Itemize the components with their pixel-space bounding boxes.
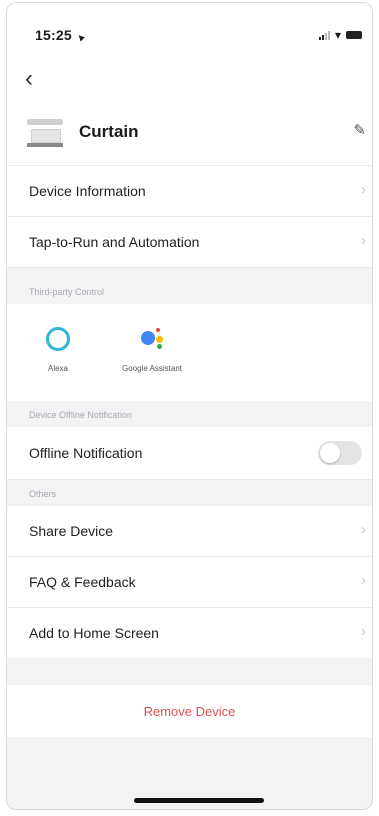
chevron-right-icon: › [361,572,366,589]
chevron-right-icon: › [361,623,366,640]
row-add-to-home-screen[interactable]: Add to Home Screen › [7,608,372,658]
remove-device-button[interactable]: Remove Device [7,685,372,737]
back-icon[interactable]: ‹ [25,67,33,91]
toggle-knob [320,443,340,463]
row-label: Offline Notification [29,445,143,461]
row-label: Share Device [29,523,114,539]
status-icons: ▾ [318,28,362,42]
row-label: Tap-to-Run and Automation [29,234,200,250]
alexa-label: Alexa [47,364,68,373]
section-header-label: Device Offline Notification [29,410,132,420]
row-label: Add to Home Screen [29,625,159,641]
section-header-label: Third-party Control [29,287,105,297]
row-device-information[interactable]: Device Information › [7,166,372,217]
row-share-device[interactable]: Share Device › [7,506,372,557]
signal-icon [318,30,330,40]
chevron-right-icon: › [361,521,366,538]
nav-bar: ‹ [7,63,372,103]
location-arrow-icon: ▲ [73,30,89,45]
row-faq-feedback[interactable]: FAQ & Feedback › [7,557,372,608]
phone-screen: 15:25 ▲ ▾ ‹ Curtain ✎ Device Information … [6,2,373,810]
third-party-panel: Alexa Google Assistant [7,304,372,401]
row-offline-notification: Offline Notification [7,427,372,480]
status-time: 15:25 ▲ [35,27,89,45]
curtain-device-icon [27,117,63,147]
section-header-others: Others [7,480,372,506]
status-time-text: 15:25 [35,27,72,43]
device-name: Curtain [79,122,139,141]
chevron-right-icon: › [361,181,366,198]
section-header-label: Others [29,489,57,499]
remove-device-label: Remove Device [143,704,236,719]
edit-pencil-icon[interactable]: ✎ [353,121,366,139]
wifi-icon: ▾ [334,28,341,42]
alexa-button[interactable]: Alexa [23,318,93,374]
google-assistant-icon [137,324,167,354]
alexa-icon [43,324,73,354]
row-tap-to-run[interactable]: Tap-to-Run and Automation › [7,217,372,268]
status-bar: 15:25 ▲ ▾ [7,3,372,63]
offline-notification-toggle[interactable] [318,441,362,465]
home-indicator [134,798,264,803]
chevron-right-icon: › [361,232,366,249]
section-header-offline: Device Offline Notification [7,401,372,427]
section-header-third-party: Third-party Control [7,278,372,304]
battery-icon [346,31,362,39]
row-label: FAQ & Feedback [29,574,136,590]
row-label: Device Information [29,183,146,199]
google-assistant-label: Google Assistant [121,364,183,373]
device-header[interactable]: Curtain ✎ [7,103,372,166]
google-assistant-button[interactable]: Google Assistant [117,318,187,374]
